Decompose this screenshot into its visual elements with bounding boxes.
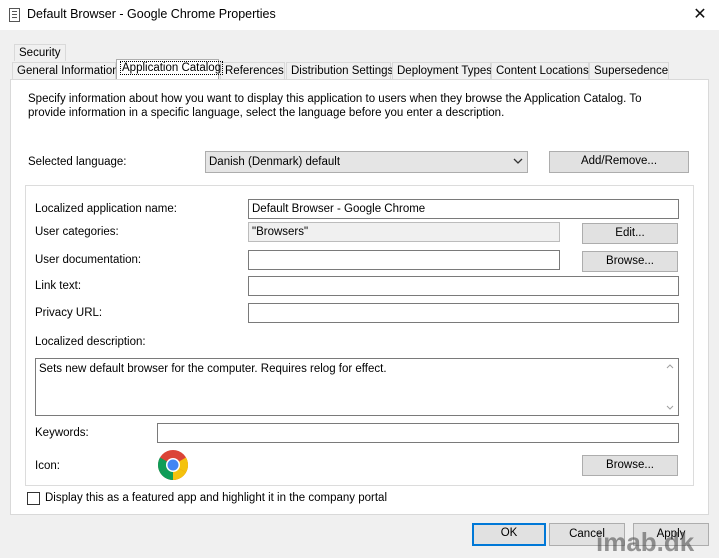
categories-label: User categories: (35, 226, 119, 238)
close-icon[interactable]: ✕ (688, 4, 712, 26)
add-remove-button[interactable]: Add/Remove... (549, 151, 689, 173)
featured-checkbox[interactable] (27, 492, 40, 505)
tab-supersedence[interactable]: Supersedence (589, 62, 669, 79)
tab-references[interactable]: References (220, 62, 285, 79)
tab-deployment-types[interactable]: Deployment Types (392, 62, 493, 79)
ok-button[interactable]: OK (472, 523, 546, 546)
tab-label: Content Locations (496, 65, 589, 77)
description-label: Localized description: (35, 336, 146, 348)
edit-categories-button[interactable]: Edit... (582, 223, 678, 244)
link-text-input[interactable] (248, 276, 679, 296)
chevron-down-icon (513, 153, 523, 172)
documentation-label: User documentation: (35, 254, 142, 266)
window-title: Default Browser - Google Chrome Properti… (27, 7, 276, 21)
tab-general-information[interactable]: General Information (12, 62, 119, 79)
language-value: Danish (Denmark) default (209, 156, 341, 168)
link-text-label: Link text: (35, 280, 82, 292)
scrollbar[interactable] (665, 361, 675, 413)
watermark: imab.dk (596, 527, 695, 557)
keywords-input[interactable] (157, 423, 679, 443)
browse-documentation-button[interactable]: Browse... (582, 251, 678, 272)
description-textarea[interactable]: Sets new default browser for the compute… (35, 358, 679, 416)
app-name-label: Localized application name: (35, 203, 177, 215)
intro-text: Specify information about how you want t… (28, 93, 642, 119)
tab-security[interactable]: Security (14, 44, 66, 61)
icon-label: Icon: (35, 460, 60, 472)
tab-label: General Information (17, 65, 119, 77)
chrome-icon (157, 449, 189, 481)
tab-label: Deployment Types (397, 65, 493, 77)
categories-field: "Browsers" (248, 222, 560, 242)
tab-label: Distribution Settings (291, 65, 394, 77)
featured-label: Display this as a featured app and highl… (45, 492, 388, 504)
description-text: Sets new default browser for the compute… (39, 363, 387, 375)
privacy-url-input[interactable] (248, 303, 679, 323)
privacy-url-label: Privacy URL: (35, 307, 103, 319)
keywords-label: Keywords: (35, 427, 89, 439)
tab-label: Security (19, 47, 61, 59)
tab-content-locations[interactable]: Content Locations (491, 62, 589, 79)
documentation-input[interactable] (248, 250, 560, 270)
tab-label: References (225, 65, 284, 77)
language-select[interactable]: Danish (Denmark) default (205, 151, 528, 173)
browse-icon-button[interactable]: Browse... (582, 455, 678, 476)
tab-distribution-settings[interactable]: Distribution Settings (286, 62, 394, 79)
document-icon (9, 8, 20, 22)
tab-application-catalog[interactable]: Application Catalog (116, 59, 224, 79)
tab-label: Application Catalog (119, 61, 224, 75)
selected-language-label: Selected language: (28, 156, 127, 168)
tab-label: Supersedence (594, 65, 669, 77)
app-name-input[interactable]: Default Browser - Google Chrome (248, 199, 679, 219)
